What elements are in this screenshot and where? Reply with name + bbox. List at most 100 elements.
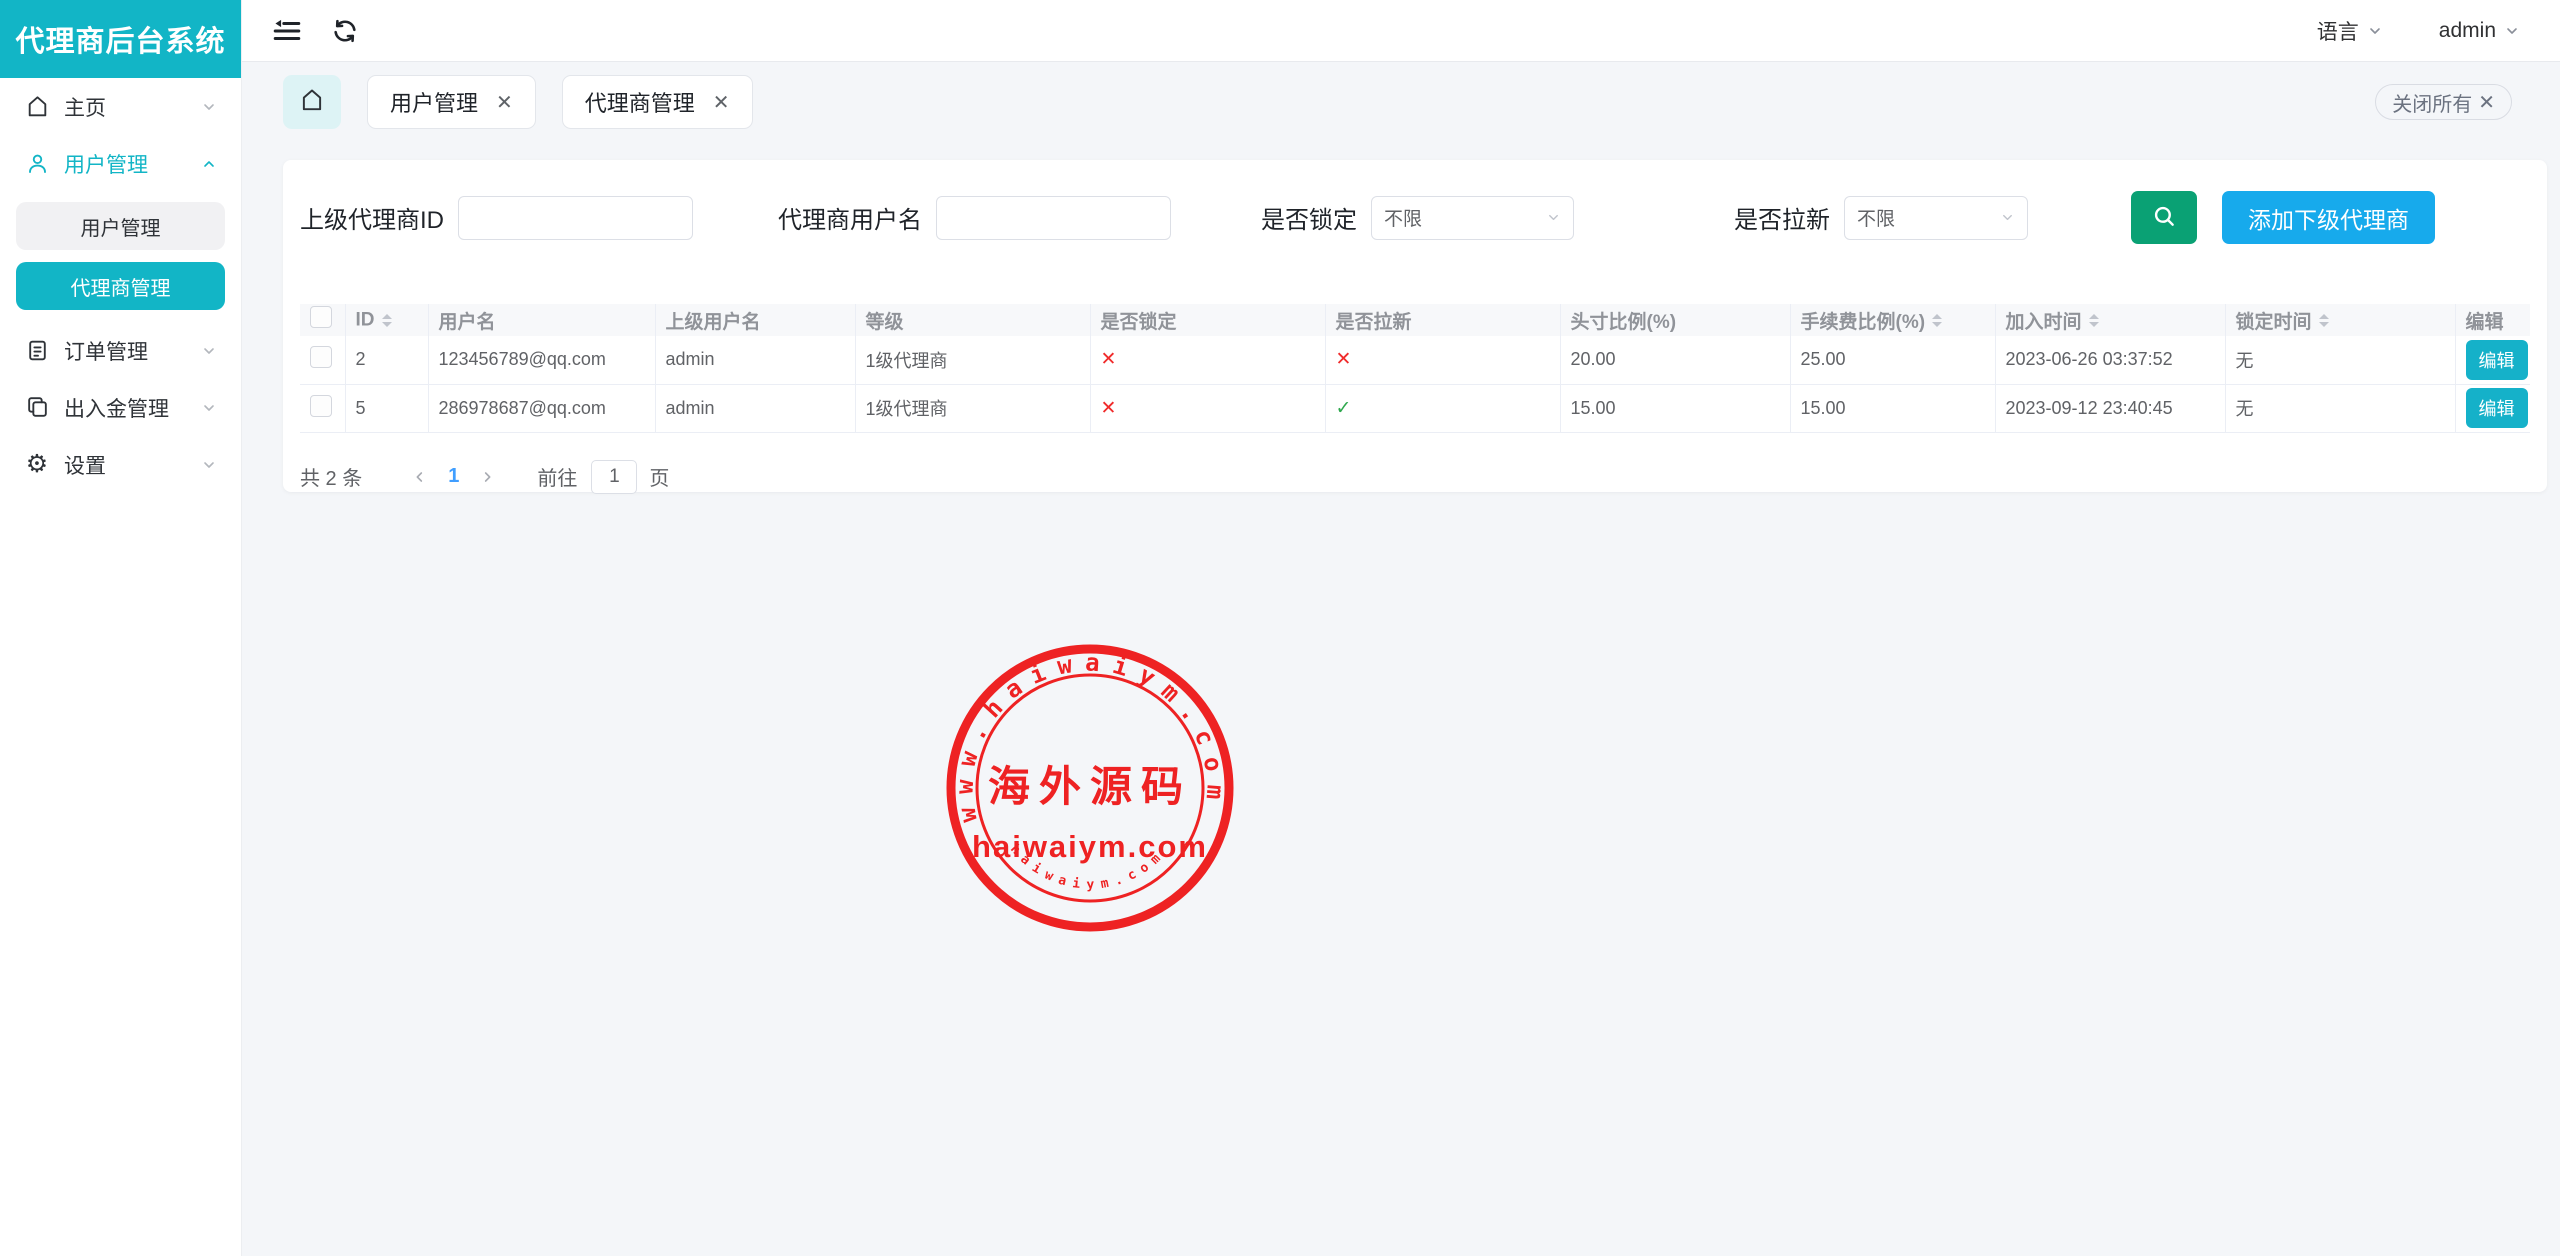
column-label: ID: [356, 309, 375, 330]
is-locked-select[interactable]: 不限: [1371, 196, 1574, 240]
sidebar-item-deposit-withdraw-management[interactable]: 出入金管理: [0, 379, 241, 436]
select-cell: [300, 384, 345, 432]
sort-icon[interactable]: [2319, 309, 2329, 332]
column-header-parent_username: 上级用户名: [655, 304, 855, 336]
column-label: 是否锁定: [1101, 312, 1177, 333]
is_locked-cell: ✕: [1090, 384, 1325, 432]
sort-icon[interactable]: [2089, 309, 2099, 332]
user-dropdown[interactable]: admin: [2439, 19, 2520, 43]
id-cell: 2: [345, 336, 428, 384]
select-cell: [300, 336, 345, 384]
sidebar-item-order-management[interactable]: 订单管理: [0, 322, 241, 379]
column-label: 用户名: [439, 312, 496, 333]
column-label: 是否拉新: [1336, 312, 1412, 333]
stamp-center-en-text: haiwaiym.com: [972, 829, 1208, 864]
row-checkbox[interactable]: [310, 346, 332, 368]
column-label: 锁定时间: [2236, 312, 2312, 333]
sort-icon[interactable]: [382, 309, 392, 332]
fee_ratio-cell: 25.00: [1790, 336, 1995, 384]
prev-page-icon[interactable]: [412, 469, 428, 485]
parent-agent-id-input[interactable]: [458, 196, 693, 240]
selected-value: 不限: [1384, 204, 1546, 231]
id-cell: 5: [345, 384, 428, 432]
tab-home[interactable]: [283, 75, 341, 129]
row-checkbox[interactable]: [310, 395, 332, 417]
cross-icon: ✕: [1101, 349, 1117, 370]
level-cell: 1级代理商: [855, 384, 1090, 432]
column-header-join_time[interactable]: 加入时间: [1995, 304, 2225, 336]
sidebar-subitem-agent-management[interactable]: 代理商管理: [16, 262, 225, 310]
page-unit-label: 页: [649, 462, 669, 491]
agent-username-label: 代理商用户名: [778, 200, 922, 235]
sidebar-item-label: 用户管理: [64, 149, 201, 179]
sidebar-subitem-user-management[interactable]: 用户管理: [16, 202, 225, 250]
close-all-tabs-button[interactable]: 关闭所有 ✕: [2375, 84, 2512, 120]
page-number[interactable]: 1: [448, 465, 459, 488]
edit-button[interactable]: 编辑: [2466, 340, 2528, 380]
column-header-is_locked: 是否锁定: [1090, 304, 1325, 336]
close-icon: ✕: [2478, 90, 2495, 115]
edit-button[interactable]: 编辑: [2466, 388, 2528, 428]
tab-agent-management[interactable]: 代理商管理 ✕: [562, 75, 753, 129]
order-document-icon: [24, 338, 50, 364]
is-pull-new-select[interactable]: 不限: [1844, 196, 2028, 240]
sidebar-item-label: 主页: [64, 92, 201, 122]
column-label: 手续费比例(%): [1801, 312, 1926, 333]
column-header-level: 等级: [855, 304, 1090, 336]
watermark-stamp: www.haiwaiym.com 海外源码 haiwaiym.com haiwa…: [940, 638, 1240, 938]
column-header-lock_time[interactable]: 锁定时间: [2225, 304, 2455, 336]
close-icon[interactable]: ✕: [713, 90, 730, 115]
check-icon: ✓: [1336, 398, 1352, 419]
position_ratio-cell: 20.00: [1560, 336, 1790, 384]
username-label: admin: [2439, 19, 2496, 43]
language-dropdown[interactable]: 语言: [2317, 16, 2383, 46]
total-count-label: 共 2 条: [300, 462, 362, 491]
is-pull-new-label: 是否拉新: [1734, 200, 1830, 235]
parent_username-cell: admin: [655, 384, 855, 432]
add-sub-agent-button[interactable]: 添加下级代理商: [2222, 191, 2435, 244]
join_time-cell: 2023-09-12 23:40:45: [1995, 384, 2225, 432]
sidebar-item-settings[interactable]: ⚙ 设置: [0, 436, 241, 493]
column-label: 上级用户名: [666, 312, 761, 333]
username-cell: 123456789@qq.com: [428, 336, 655, 384]
parent-agent-id-label: 上级代理商ID: [300, 200, 444, 235]
gear-icon: ⚙: [24, 452, 50, 478]
sidebar-item-user-management[interactable]: 用户管理: [0, 135, 241, 192]
column-header-is_pull_new: 是否拉新: [1325, 304, 1560, 336]
column-label: 加入时间: [2006, 312, 2082, 333]
column-header-select[interactable]: [300, 304, 345, 336]
tab-user-management[interactable]: 用户管理 ✕: [367, 75, 536, 129]
refresh-icon[interactable]: [328, 14, 362, 48]
fee_ratio-cell: 15.00: [1790, 384, 1995, 432]
is_pull_new-cell: ✓: [1325, 384, 1560, 432]
column-header-fee_ratio[interactable]: 手续费比例(%): [1790, 304, 1995, 336]
search-button[interactable]: [2131, 191, 2197, 244]
tabs-bar: 用户管理 ✕ 代理商管理 ✕ 关闭所有 ✕: [283, 74, 2512, 130]
topbar: 语言 admin: [242, 0, 2560, 62]
agent-list-card: 上级代理商ID 代理商用户名 是否锁定 不限 是否拉新 不限: [283, 160, 2547, 492]
pagination: 共 2 条 1 前往 页: [300, 460, 2530, 494]
column-label: 头寸比例(%): [1571, 312, 1677, 333]
sidebar-item-home[interactable]: 主页: [0, 78, 241, 135]
close-all-label: 关闭所有: [2392, 88, 2472, 117]
agent-username-input[interactable]: [936, 196, 1171, 240]
user-icon: [24, 151, 50, 177]
goto-page-input[interactable]: [591, 460, 637, 494]
chevron-down-icon: [201, 343, 217, 359]
chevron-down-icon: [201, 457, 217, 473]
column-header-id[interactable]: ID: [345, 304, 428, 336]
sort-icon[interactable]: [1932, 309, 1942, 332]
close-icon[interactable]: ✕: [496, 90, 513, 115]
column-header-edit: 编辑: [2455, 304, 2530, 336]
lock_time-cell: 无: [2225, 384, 2455, 432]
position_ratio-cell: 15.00: [1560, 384, 1790, 432]
is-locked-label: 是否锁定: [1261, 200, 1357, 235]
select-all-checkbox[interactable]: [310, 306, 332, 328]
collapse-sidebar-icon[interactable]: [270, 14, 304, 48]
is_pull_new-cell: ✕: [1325, 336, 1560, 384]
next-page-icon[interactable]: [479, 469, 495, 485]
app-title: 代理商后台系统: [0, 0, 241, 78]
home-icon: [299, 87, 325, 118]
lock_time-cell: 无: [2225, 336, 2455, 384]
goto-label: 前往: [537, 462, 577, 491]
